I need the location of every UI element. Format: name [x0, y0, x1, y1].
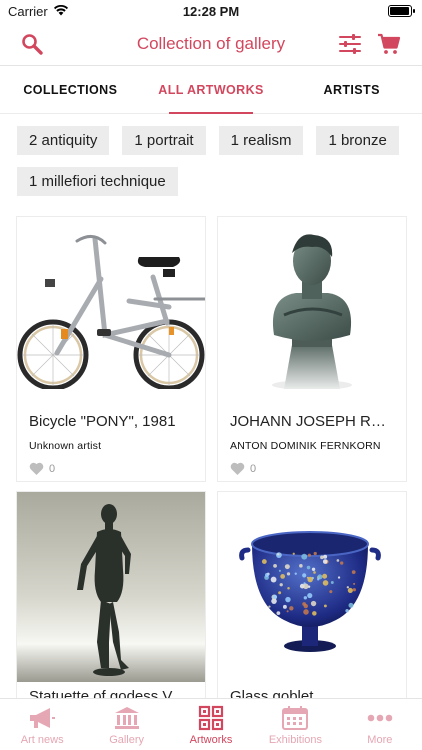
tabbar-item-gallery[interactable]: Gallery: [84, 699, 168, 750]
likes-count: 0: [49, 462, 56, 475]
filter-chips: 2 antiquity 1 portrait 1 realism 1 bronz…: [17, 126, 409, 196]
cart-icon[interactable]: [375, 30, 403, 58]
museum-icon: [113, 705, 141, 731]
filter-chip-antiquity[interactable]: 2 antiquity: [17, 126, 110, 155]
segment-tabs: COLLECTIONS ALL ARTWORKS ARTISTS: [0, 66, 422, 114]
filter-sliders-icon[interactable]: [336, 30, 364, 58]
megaphone-icon: [28, 705, 56, 731]
artwork-likes[interactable]: 0: [17, 462, 205, 475]
artwork-artist: Unknown artist: [29, 440, 102, 452]
tab-collections[interactable]: COLLECTIONS: [0, 66, 141, 113]
tabbar-item-artworks[interactable]: Artworks: [169, 699, 253, 750]
search-icon[interactable]: [18, 30, 46, 58]
artwork-card[interactable]: JOHANN JOSEPH RADETZKY ANTON DOMINIK FER…: [217, 216, 407, 482]
status-bar: Carrier 12:28 PM: [0, 0, 422, 22]
artwork-card[interactable]: Glass goblet: [217, 491, 407, 711]
page-title: Collection of gallery: [136, 33, 286, 53]
tabbar-item-art-news[interactable]: Art news: [0, 699, 84, 750]
tabbar-label: More: [367, 734, 393, 746]
more-dots-icon: [366, 705, 394, 731]
tab-all-artworks[interactable]: ALL ARTWORKS: [141, 66, 282, 114]
artwork-artist: ANTON DOMINIK FERNKORN: [230, 440, 381, 452]
tabbar-label: Artworks: [189, 734, 233, 746]
filter-chip-bronze[interactable]: 1 bronze: [316, 126, 399, 155]
battery-icon: [388, 5, 415, 17]
calendar-icon: [281, 705, 309, 731]
tabbar-label: Art news: [20, 734, 64, 746]
artwork-title: Bicycle "PONY", 1981: [29, 413, 176, 430]
artworks-grid-icon: [197, 705, 225, 731]
status-left: Carrier: [8, 4, 69, 19]
tabbar-label: Gallery: [109, 734, 145, 746]
carrier-label: Carrier: [8, 3, 48, 19]
tabbar-item-more[interactable]: More: [338, 699, 422, 750]
wifi-icon: [53, 4, 69, 19]
likes-count: 0: [250, 462, 257, 475]
bottom-tab-bar: Art news Gallery Artworks Exhibitions Mo…: [0, 698, 422, 750]
artwork-image-bronze-bust: [218, 217, 406, 389]
tabbar-label: Exhibitions: [268, 734, 323, 746]
artwork-card[interactable]: Bicycle "PONY", 1981 Unknown artist 0: [16, 216, 206, 482]
nav-bar: Collection of gallery: [0, 22, 422, 66]
filter-chip-millefiori[interactable]: 1 millefiori technique: [17, 167, 178, 196]
heart-icon[interactable]: [29, 462, 44, 475]
artwork-likes[interactable]: 0: [218, 462, 406, 475]
tab-artists[interactable]: ARTISTS: [281, 66, 422, 113]
artwork-image-bicycle: [17, 217, 205, 389]
battery-level: [390, 7, 409, 15]
heart-icon[interactable]: [230, 462, 245, 475]
filter-chip-portrait[interactable]: 1 portrait: [122, 126, 206, 155]
tabbar-item-exhibitions[interactable]: Exhibitions: [253, 699, 337, 750]
artwork-image-millefiori-goblet: [218, 492, 406, 682]
artwork-image-bronze-statuette: [17, 492, 205, 682]
artwork-card[interactable]: Statuette of godess Venus: [16, 491, 206, 711]
artwork-title: JOHANN JOSEPH RADETZKY: [230, 413, 406, 430]
filter-chip-realism[interactable]: 1 realism: [218, 126, 304, 155]
